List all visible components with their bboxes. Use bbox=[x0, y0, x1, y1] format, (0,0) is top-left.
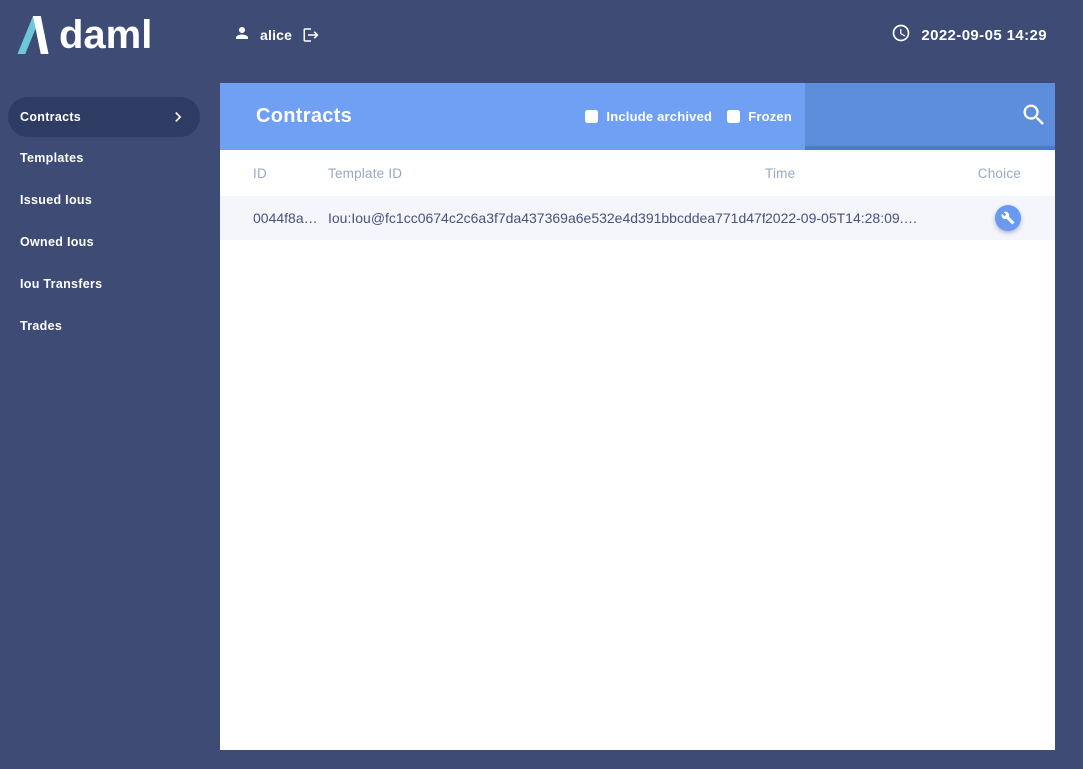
sidebar: Contracts Templates Issued Ious Owned Io… bbox=[0, 83, 220, 347]
app-window: daml alice 2022-09-05 14:29 Contracts Te… bbox=[0, 0, 1083, 769]
include-archived-filter[interactable]: Include archived bbox=[585, 109, 712, 124]
choice-cell bbox=[965, 205, 1055, 231]
sidebar-item-label: Iou Transfers bbox=[20, 277, 103, 291]
column-header-choice: Choice bbox=[977, 165, 1021, 181]
daml-logo: daml bbox=[14, 13, 152, 57]
sidebar-item-label: Templates bbox=[20, 151, 84, 165]
frozen-checkbox[interactable] bbox=[727, 110, 741, 123]
wrench-icon bbox=[1001, 211, 1015, 225]
search-icon[interactable] bbox=[1020, 101, 1048, 129]
include-archived-label: Include archived bbox=[606, 109, 713, 124]
sidebar-item-owned-ious[interactable]: Owned Ious bbox=[0, 221, 220, 263]
column-header-id[interactable]: ID bbox=[253, 166, 328, 181]
clock-icon bbox=[891, 23, 911, 48]
sidebar-item-templates[interactable]: Templates bbox=[0, 137, 220, 179]
sidebar-item-issued-ious[interactable]: Issued Ious bbox=[0, 179, 220, 221]
ledger-time: 2022-09-05 14:29 bbox=[921, 26, 1047, 44]
toolbar-left: Contracts Include archived Frozen bbox=[220, 83, 805, 150]
search-input[interactable] bbox=[821, 106, 1020, 123]
logout-icon[interactable] bbox=[302, 26, 320, 44]
table-row[interactable]: 0044f8a… Iou:Iou@fc1cc0674c2c6a3f7da4373… bbox=[220, 196, 1055, 240]
person-icon bbox=[233, 24, 251, 47]
page-title: Contracts bbox=[256, 105, 353, 127]
contract-id-cell: 0044f8a… bbox=[253, 210, 318, 226]
sidebar-item-label: Trades bbox=[20, 319, 63, 333]
include-archived-checkbox[interactable] bbox=[585, 110, 599, 123]
chevron-right-icon bbox=[168, 107, 188, 127]
choice-button[interactable] bbox=[995, 205, 1021, 231]
sidebar-item-iou-transfers[interactable]: Iou Transfers bbox=[0, 263, 220, 305]
logo-text: daml bbox=[59, 13, 153, 57]
table-header: ID Template ID Time Choice bbox=[220, 150, 1055, 196]
sidebar-item-label: Owned Ious bbox=[20, 235, 94, 249]
frozen-label: Frozen bbox=[748, 109, 792, 124]
time-cell: 2022-09-05T14:28:09.… bbox=[765, 210, 918, 226]
content-panel: Contracts Include archived Frozen ID Tem… bbox=[220, 83, 1055, 750]
column-header-template-id[interactable]: Template ID bbox=[328, 166, 765, 181]
sidebar-item-trades[interactable]: Trades bbox=[0, 305, 220, 347]
sidebar-item-label: Contracts bbox=[20, 110, 82, 124]
lambda-logo-icon bbox=[14, 13, 52, 57]
frozen-filter[interactable]: Frozen bbox=[727, 109, 792, 124]
user-name: alice bbox=[260, 27, 293, 43]
filters: Include archived Frozen bbox=[570, 109, 805, 124]
clock-area: 2022-09-05 14:29 bbox=[891, 0, 1047, 70]
toolbar: Contracts Include archived Frozen bbox=[220, 83, 1055, 150]
template-id-cell: Iou:Iou@fc1cc0674c2c6a3f7da437369a6e532e… bbox=[328, 210, 765, 226]
sidebar-item-label: Issued Ious bbox=[20, 193, 93, 207]
sidebar-item-contracts[interactable]: Contracts bbox=[8, 97, 200, 137]
user-chip: alice bbox=[233, 0, 320, 70]
search-bar bbox=[805, 83, 1055, 150]
column-header-time[interactable]: Time bbox=[765, 166, 965, 181]
